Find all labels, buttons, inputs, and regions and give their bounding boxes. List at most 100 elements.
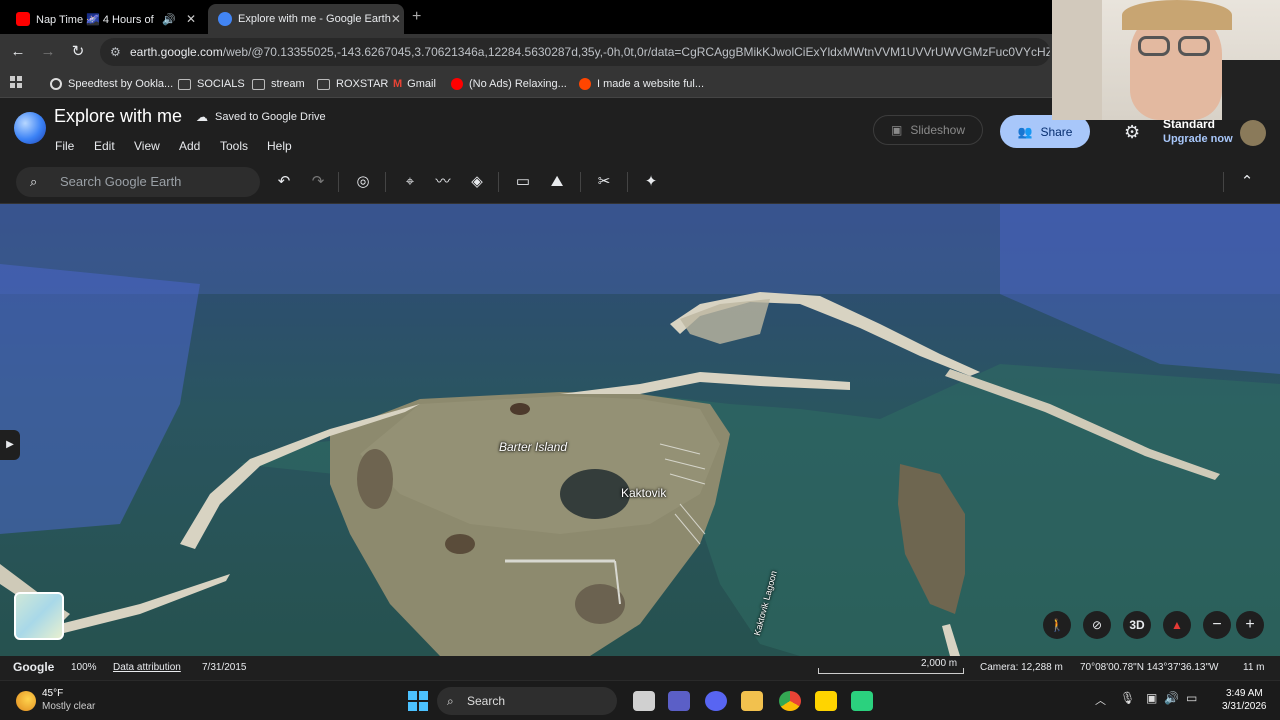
slideshow-label: Slideshow <box>910 123 966 137</box>
map-viewport[interactable]: Barter Island Kaktovik Kaktovik Lagoon ▶ <box>0 204 1280 656</box>
label-barter-island: Barter Island <box>499 440 568 454</box>
elevation: 11 m <box>1243 662 1265 673</box>
back-icon[interactable]: ← <box>8 42 28 62</box>
sparkle-icon[interactable]: ✦ <box>641 172 661 192</box>
weather-desc[interactable]: Mostly clear <box>42 701 95 712</box>
recenter-icon[interactable]: ◎ <box>353 172 373 192</box>
apps-grid-icon[interactable] <box>10 76 22 88</box>
bookmark-gmail[interactable]: M Gmail <box>393 75 436 93</box>
battery-icon[interactable]: ▭ <box>1186 691 1197 705</box>
file-explorer-icon[interactable] <box>741 691 763 711</box>
bookmark-roxstar[interactable]: ROXSTAR <box>317 75 388 93</box>
layers-icon[interactable]: ◈ <box>467 172 487 192</box>
tab-google-earth[interactable]: Explore with me - Google Earth ✕ <box>208 4 404 34</box>
url-host: earth.google.com <box>130 45 223 59</box>
zoom-out-icon[interactable]: − <box>1203 611 1231 639</box>
elevation-profile-icon[interactable]: ⛰ <box>547 172 567 192</box>
new-tab-icon[interactable]: + <box>412 8 421 26</box>
clock-time[interactable]: 3:49 AM <box>1226 688 1263 699</box>
url-input[interactable]: ⚙ earth.google.com/web/@70.13355025,-143… <box>100 38 1050 66</box>
reddit-icon <box>579 78 591 90</box>
share-label: Share <box>1040 124 1073 139</box>
toolbar-divider <box>1223 172 1224 192</box>
add-placemark-icon[interactable]: ⌖ <box>400 172 420 192</box>
glasses-left-icon <box>1138 36 1170 56</box>
menu-help[interactable]: Help <box>267 139 292 153</box>
forward-icon[interactable]: → <box>38 42 58 62</box>
bookmark-label: Speedtest by Ookla... <box>68 78 174 90</box>
tab-title: Explore with me - Google Earth <box>238 13 391 25</box>
webcam-overlay <box>1052 0 1280 120</box>
reload-icon[interactable]: ↻ <box>68 42 88 62</box>
tab-title: Nap Time 🌌 4 Hours of So <box>36 13 154 26</box>
data-attribution-link[interactable]: Data attribution <box>113 662 181 673</box>
compass-icon[interactable]: ▲ <box>1163 611 1191 639</box>
earth-status-bar: Google 100% Data attribution 7/31/2015 2… <box>0 656 1280 680</box>
earth-toolbar: ⌕ Search Google Earth ↶ ↷ ◎ ⌖ 〰 ◈ ▭ ⛰ ✂ … <box>0 164 1280 204</box>
measure-icon[interactable]: ▭ <box>513 172 533 192</box>
search-icon: ⌕ <box>447 694 454 708</box>
toolbar-divider <box>385 172 386 192</box>
menu-tools[interactable]: Tools <box>220 139 248 153</box>
bookmark-socials[interactable]: SOCIALS <box>178 75 245 93</box>
tools-icon[interactable]: ✂ <box>594 172 614 192</box>
tray-chevron-icon[interactable]: ︿ <box>1095 692 1106 708</box>
collapse-chevron-icon[interactable]: ⌃ <box>1237 172 1257 192</box>
avatar[interactable] <box>1240 120 1266 146</box>
network-icon[interactable]: ▣ <box>1146 691 1157 705</box>
speaker-icon[interactable]: 🔊 <box>162 13 176 26</box>
bookmark-label: Gmail <box>407 78 436 90</box>
close-tab-icon[interactable]: ✕ <box>186 12 196 26</box>
tab-nap-time[interactable]: Nap Time 🌌 4 Hours of So 🔊 ✕ <box>6 4 206 34</box>
search-icon: ⌕ <box>30 174 38 189</box>
settings-gear-icon[interactable]: ⚙ <box>1124 122 1140 143</box>
menu-add[interactable]: Add <box>179 139 200 153</box>
gmail-icon: M <box>393 78 403 90</box>
weather-temp[interactable]: 45°F <box>42 688 63 699</box>
draw-path-icon[interactable]: 〰 <box>433 172 453 192</box>
weather-moon-icon[interactable] <box>16 691 36 711</box>
windows-start-icon[interactable] <box>408 691 428 711</box>
pegman-icon[interactable]: 🚶 <box>1043 611 1071 639</box>
bookmark-website[interactable]: I made a website ful... <box>579 75 704 93</box>
project-title[interactable]: Explore with me <box>54 106 182 127</box>
bookmark-relaxing[interactable]: (No Ads) Relaxing... <box>451 75 567 93</box>
chrome-icon[interactable] <box>779 691 801 711</box>
site-info-icon[interactable]: ⚙ <box>110 38 121 66</box>
volume-icon[interactable]: 🔊 <box>1164 691 1179 705</box>
menu-edit[interactable]: Edit <box>94 139 115 153</box>
slideshow-icon: ▣ <box>890 123 903 137</box>
redo-icon[interactable]: ↷ <box>308 172 328 192</box>
taskbar-search[interactable]: ⌕ Search <box>437 687 617 715</box>
clock-date[interactable]: 3/31/2026 <box>1222 701 1267 712</box>
toolbar-divider <box>627 172 628 192</box>
save-status-text: Saved to Google Drive <box>215 111 326 123</box>
close-tab-icon[interactable]: ✕ <box>391 12 401 26</box>
bookmark-stream[interactable]: stream <box>252 75 305 93</box>
cloud-check-icon: ☁ <box>196 110 208 124</box>
expand-panel-icon[interactable]: ▶ <box>0 430 20 460</box>
slideshow-button[interactable]: ▣ Slideshow <box>873 115 983 145</box>
tilt-toggle-icon[interactable]: ⊘ <box>1083 611 1111 639</box>
satellite-imagery <box>0 204 1280 656</box>
bookmark-speedtest[interactable]: Speedtest by Ookla... <box>50 75 173 93</box>
undo-icon[interactable]: ↶ <box>274 172 294 192</box>
zoom-in-icon[interactable]: + <box>1236 611 1264 639</box>
imagery-date: 7/31/2015 <box>202 662 247 673</box>
menu-file[interactable]: File <box>55 139 74 153</box>
view-3d-button[interactable]: 3D <box>1123 611 1151 639</box>
menu-view[interactable]: View <box>134 139 160 153</box>
teams-icon[interactable] <box>668 691 690 711</box>
google-earth-logo-icon[interactable] <box>14 112 46 144</box>
search-input[interactable]: ⌕ Search Google Earth <box>16 167 260 197</box>
discord-icon[interactable] <box>705 691 727 711</box>
task-view-icon[interactable] <box>633 691 655 711</box>
bookmark-label: I made a website ful... <box>597 78 704 90</box>
coordinates: 70°08'00.78"N 143°37'36.13"W <box>1080 662 1219 673</box>
obs-icon[interactable] <box>851 691 873 711</box>
map-style-thumbnail[interactable] <box>14 592 64 640</box>
sticky-notes-icon[interactable] <box>815 691 837 711</box>
search-placeholder: Search Google Earth <box>60 174 182 189</box>
microphone-icon[interactable]: 🎙 <box>1120 691 1135 705</box>
upgrade-link[interactable]: Upgrade now <box>1163 133 1233 145</box>
